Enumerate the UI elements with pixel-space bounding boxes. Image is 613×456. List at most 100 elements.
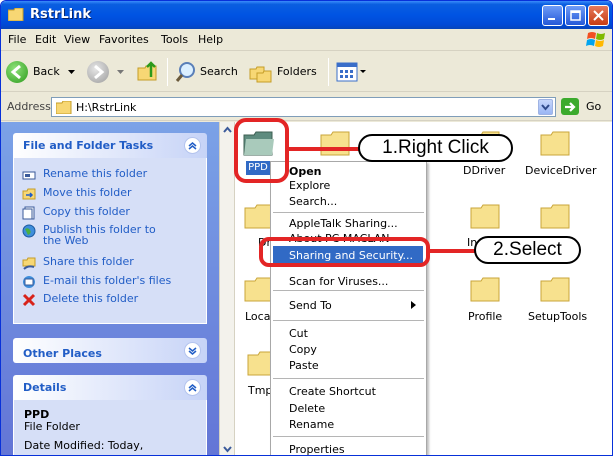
- toolbar-separator: [328, 58, 329, 86]
- folder-label[interactable]: Tmp: [248, 384, 272, 397]
- menu-favorites[interactable]: Favorites: [99, 33, 149, 46]
- menu-item-create-shortcut[interactable]: Create Shortcut: [289, 385, 376, 398]
- address-dropdown-button[interactable]: [538, 99, 553, 115]
- chevron-up-icon: [188, 142, 197, 150]
- minimize-button[interactable]: [542, 5, 563, 26]
- menu-item-open[interactable]: Open: [289, 165, 322, 178]
- back-arrow-icon: [6, 61, 28, 83]
- scroll-down-icon: [223, 446, 232, 453]
- close-button[interactable]: [588, 5, 609, 26]
- folder-icon[interactable]: [539, 129, 573, 157]
- chevron-down-icon: [188, 347, 197, 355]
- right-click-highlight-ring: [234, 118, 289, 183]
- collapse-button[interactable]: [184, 379, 201, 396]
- step2-callout: 2.Select: [474, 236, 581, 264]
- file-folder-tasks-header[interactable]: File and Folder Tasks: [13, 133, 207, 158]
- share-folder-icon: [22, 257, 36, 270]
- vertical-scrollbar[interactable]: [219, 122, 235, 455]
- address-input[interactable]: H:\RstrLink: [51, 97, 556, 117]
- menu-item-scan-for-viruses[interactable]: Scan for Viruses...: [289, 275, 388, 288]
- expand-button[interactable]: [184, 342, 201, 359]
- folder-icon[interactable]: [539, 275, 573, 303]
- title-bar[interactable]: RstrLink: [1, 1, 612, 29]
- menu-item-copy[interactable]: Copy: [289, 343, 317, 356]
- menu-item-properties[interactable]: Properties: [289, 443, 345, 455]
- menu-separator: [273, 320, 424, 321]
- callout-line: [289, 147, 359, 151]
- details-body: PPD File Folder Date Modified: Today,: [13, 400, 207, 455]
- other-places-header[interactable]: Other Places: [13, 338, 207, 363]
- maximize-button[interactable]: [565, 5, 586, 26]
- back-label: Back: [33, 65, 60, 78]
- delete-x-icon: [22, 293, 36, 307]
- window-title: RstrLink: [30, 7, 92, 22]
- menu-bar: File Edit View Favorites Tools Help: [1, 29, 612, 51]
- maximize-icon: [570, 10, 581, 21]
- folders-icon: [249, 66, 272, 83]
- up-folder-button[interactable]: [136, 60, 162, 84]
- folder-icon: [56, 101, 72, 114]
- menu-separator: [273, 212, 424, 213]
- menu-item-cut[interactable]: Cut: [289, 327, 308, 340]
- windows-logo-icon: [586, 32, 605, 47]
- menu-item-search[interactable]: Search...: [289, 195, 337, 208]
- menu-item-delete[interactable]: Delete: [289, 402, 325, 415]
- details-type: File Folder: [24, 420, 80, 433]
- menu-separator: [273, 290, 424, 291]
- address-label: Address: [7, 100, 51, 113]
- file-folder-tasks-body: Rename this folder Move this folder Copy…: [13, 158, 207, 324]
- menu-item-send-to[interactable]: Send To: [289, 299, 332, 312]
- panel-title: Details: [23, 381, 67, 394]
- back-button[interactable]: Back: [6, 60, 86, 84]
- panel-title: File and Folder Tasks: [23, 139, 154, 152]
- details-header[interactable]: Details: [13, 375, 207, 400]
- menu-view[interactable]: View: [64, 33, 90, 46]
- go-label: Go: [586, 100, 602, 113]
- address-value: H:\RstrLink: [76, 101, 137, 114]
- menu-edit[interactable]: Edit: [35, 33, 56, 46]
- task-pane: File and Folder Tasks Rename this folder…: [1, 122, 219, 455]
- email-icon: [23, 276, 35, 288]
- menu-item-paste[interactable]: Paste: [289, 359, 319, 372]
- folder-label[interactable]: DDriver: [463, 164, 505, 177]
- folder-icon[interactable]: [539, 202, 573, 230]
- panel-title: Other Places: [23, 347, 102, 360]
- forward-button[interactable]: [87, 60, 129, 84]
- chevron-up-icon: [188, 384, 197, 392]
- context-menu: Open Explore Search... AppleTalk Sharing…: [270, 161, 427, 455]
- menu-separator: [273, 378, 424, 379]
- folder-icon[interactable]: [469, 275, 503, 303]
- folders-label: Folders: [277, 65, 317, 78]
- select-highlight-ring: [259, 237, 430, 267]
- close-icon: [593, 10, 604, 21]
- step1-callout: 1.Right Click: [358, 134, 513, 162]
- menu-file[interactable]: File: [8, 33, 26, 46]
- menu-item-appletalk-sharing[interactable]: AppleTalk Sharing...: [289, 217, 398, 230]
- folders-button[interactable]: Folders: [249, 60, 323, 84]
- move-folder-icon: [22, 188, 36, 200]
- chevron-down-icon: [541, 104, 550, 111]
- folder-label[interactable]: SetupTools: [528, 310, 587, 323]
- collapse-button[interactable]: [184, 137, 201, 154]
- details-modified: Date Modified: Today,: [24, 439, 144, 452]
- chevron-down-icon: [68, 70, 75, 74]
- menu-help[interactable]: Help: [198, 33, 223, 46]
- search-label: Search: [200, 65, 238, 78]
- folder-icon[interactable]: [469, 202, 503, 230]
- folder-icon[interactable]: [319, 129, 353, 157]
- folder-label[interactable]: Profile: [468, 310, 502, 323]
- menu-item-rename[interactable]: Rename: [289, 418, 334, 431]
- globe-icon: [22, 224, 36, 238]
- scroll-up-icon: [223, 126, 232, 133]
- copy-icon: [22, 206, 35, 220]
- views-button[interactable]: [335, 60, 369, 84]
- folder-label[interactable]: DeviceDriver: [525, 164, 596, 177]
- go-button[interactable]: [561, 98, 581, 116]
- chevron-down-icon: [117, 70, 124, 74]
- search-button[interactable]: Search: [175, 60, 245, 84]
- minimize-icon: [548, 18, 555, 20]
- forward-arrow-icon: [87, 61, 109, 83]
- menu-tools[interactable]: Tools: [161, 33, 188, 46]
- menu-item-explore[interactable]: Explore: [289, 179, 330, 192]
- toolbar-separator: [167, 58, 168, 86]
